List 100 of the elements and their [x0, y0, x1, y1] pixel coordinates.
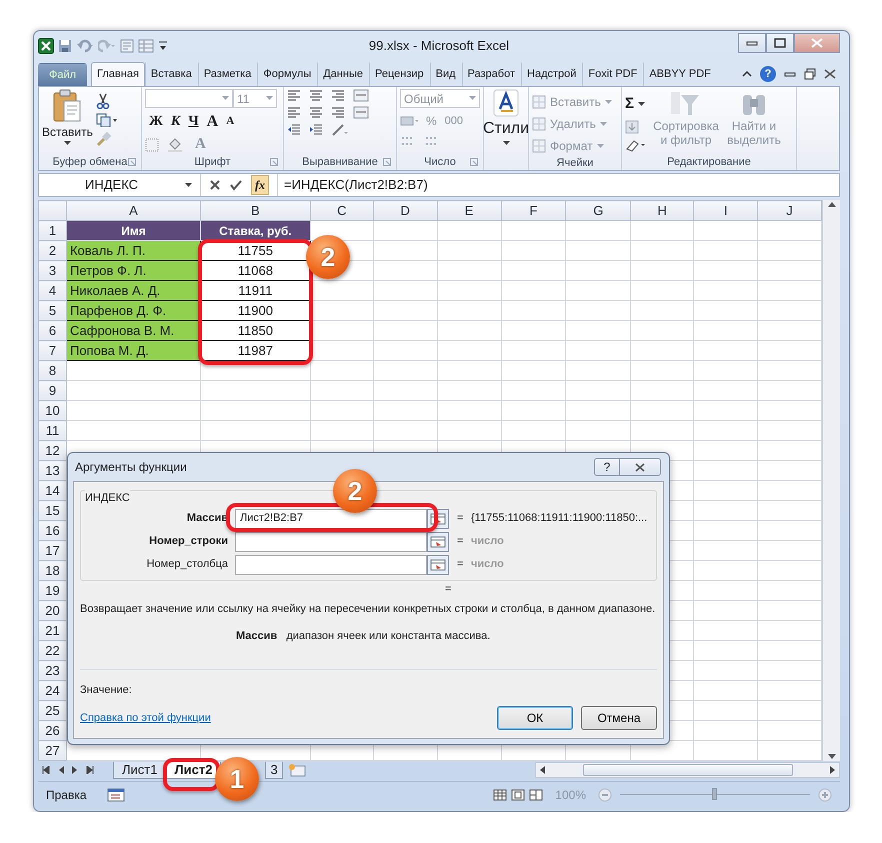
font-name-field[interactable]	[145, 89, 233, 108]
row-header[interactable]: 20	[38, 600, 66, 620]
scroll-up-icon[interactable]	[826, 200, 836, 208]
maximize-button[interactable]	[766, 33, 794, 53]
paste-button[interactable]: Вставить	[42, 123, 93, 141]
normal-view-icon[interactable]	[493, 788, 508, 800]
row-header[interactable]: 3	[38, 260, 66, 280]
row-header[interactable]: 26	[38, 720, 66, 740]
argument-field[interactable]	[235, 532, 427, 552]
row-header[interactable]: 25	[38, 700, 66, 720]
fill-color-icon[interactable]	[167, 138, 183, 152]
new-sheet-icon[interactable]	[286, 763, 307, 777]
clipboard-icon[interactable]	[52, 89, 82, 123]
record-macro-icon[interactable]	[106, 788, 125, 802]
underline-button[interactable]: Ч	[184, 112, 203, 131]
row-header[interactable]: 21	[38, 620, 66, 640]
caret-icon[interactable]	[502, 141, 510, 146]
caret-icon[interactable]	[64, 141, 71, 146]
wrap-text-icon[interactable]	[353, 89, 369, 102]
row-header[interactable]: 14	[38, 480, 66, 500]
scroll-right-icon[interactable]	[830, 766, 836, 774]
bold-button[interactable]: Ж	[145, 112, 167, 131]
save-icon[interactable]	[58, 39, 72, 53]
row-header[interactable]: 23	[38, 660, 66, 680]
collapse-dialog-button[interactable]	[427, 554, 449, 574]
increase-indent-icon[interactable]	[309, 123, 323, 136]
minimize-button[interactable]	[738, 33, 766, 53]
argument-field[interactable]: Лист2!B2:B7	[235, 508, 427, 528]
page-break-icon[interactable]	[529, 788, 544, 800]
row-header[interactable]: 27	[38, 740, 66, 760]
first-sheet-icon[interactable]	[42, 766, 50, 774]
table-cell: Парфенов Д. Ф.	[66, 300, 200, 320]
column-header[interactable]: G	[566, 200, 631, 220]
row-header[interactable]: 9	[38, 380, 66, 400]
row-header[interactable]: 13	[38, 460, 66, 480]
row-header[interactable]: 11	[38, 420, 66, 440]
argument-field[interactable]	[235, 554, 427, 574]
align-left-icon[interactable]	[287, 106, 301, 119]
excel-logo-icon[interactable]	[38, 38, 54, 54]
align-right-icon[interactable]	[331, 89, 345, 102]
copy-icon[interactable]	[96, 113, 118, 127]
collapse-dialog-button[interactable]	[427, 532, 449, 552]
close-button[interactable]	[619, 458, 661, 476]
cancel-button[interactable]: Отмена	[581, 706, 657, 730]
borders-icon[interactable]	[145, 138, 159, 152]
close-icon[interactable]	[824, 69, 836, 79]
sheet-tab[interactable]: Лист1	[113, 762, 166, 778]
row-header[interactable]: 16	[38, 520, 66, 540]
align-right-icon[interactable]	[331, 106, 345, 119]
column-header[interactable]: B	[200, 200, 310, 220]
grow-font-button[interactable]: A	[202, 112, 222, 131]
shrink-font-button[interactable]: A	[222, 112, 238, 131]
row-header[interactable]: 8	[38, 360, 66, 380]
eraser-icon[interactable]	[625, 138, 647, 152]
column-header[interactable]: J	[758, 200, 822, 220]
row-header[interactable]: 24	[38, 680, 66, 700]
column-header[interactable]: I	[694, 200, 758, 220]
row-header[interactable]: 22	[38, 640, 66, 660]
row-header[interactable]: 10	[38, 400, 66, 420]
column-header[interactable]: D	[373, 200, 438, 220]
italic-button[interactable]: К	[166, 112, 184, 131]
help-button[interactable]: ?	[594, 458, 620, 476]
row-header[interactable]: 15	[38, 500, 66, 520]
help-button[interactable]: ?	[760, 66, 776, 82]
sheet-tab[interactable]: 3	[265, 762, 283, 778]
align-center-icon[interactable]	[309, 89, 323, 102]
merge-icon[interactable]	[353, 106, 369, 119]
last-sheet-icon[interactable]	[86, 766, 94, 774]
page-layout-icon[interactable]	[511, 788, 526, 800]
row-header[interactable]: 5	[38, 300, 66, 320]
decrease-indent-icon[interactable]	[287, 123, 301, 136]
zoom-slider-thumb[interactable]	[712, 788, 717, 800]
row-header[interactable]: 1	[38, 220, 66, 240]
caret-icon[interactable]	[638, 102, 646, 107]
restore-icon[interactable]	[804, 68, 816, 80]
row-header[interactable]: 4	[38, 280, 66, 300]
ok-button[interactable]: ОК	[497, 706, 573, 730]
orientation-icon[interactable]	[331, 123, 349, 136]
row-header[interactable]: 12	[38, 440, 66, 460]
row-header[interactable]: 19	[38, 580, 66, 600]
scroll-thumb[interactable]	[582, 764, 792, 776]
row-header[interactable]: 7	[38, 340, 66, 360]
column-header[interactable]: F	[501, 200, 566, 220]
previous-sheet-icon[interactable]	[58, 766, 64, 774]
form-icon[interactable]	[120, 39, 134, 53]
ribbon-tab[interactable]: Главная	[91, 62, 145, 86]
align-center-icon[interactable]	[309, 106, 323, 119]
row-header[interactable]: 17	[38, 540, 66, 560]
column-header[interactable]: C	[310, 200, 374, 220]
row-header[interactable]: 2	[38, 240, 66, 260]
align-left-icon[interactable]	[287, 89, 301, 102]
scroll-left-icon[interactable]	[539, 766, 545, 774]
row-header[interactable]: 6	[38, 320, 66, 340]
column-header[interactable]: A	[66, 200, 200, 220]
help-link[interactable]: Справка по этой функции	[80, 710, 211, 726]
column-header[interactable]: E	[437, 200, 502, 220]
collapse-ribbon-icon[interactable]	[742, 69, 752, 79]
column-header[interactable]: H	[630, 200, 694, 220]
row-header[interactable]: 18	[38, 560, 66, 580]
next-sheet-icon[interactable]	[72, 766, 78, 774]
